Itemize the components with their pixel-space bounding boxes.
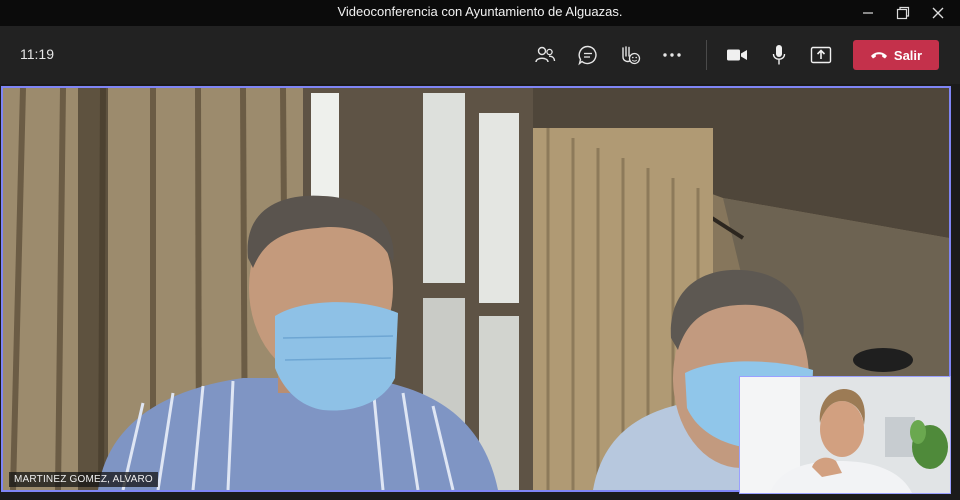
reactions-icon bbox=[622, 46, 641, 65]
people-icon bbox=[535, 46, 556, 63]
chat-icon bbox=[578, 45, 597, 66]
meeting-clock: 11:19 bbox=[20, 46, 54, 62]
more-options-button[interactable] bbox=[656, 39, 688, 71]
reactions-button[interactable] bbox=[614, 39, 646, 71]
camera-button[interactable] bbox=[721, 39, 753, 71]
leave-button[interactable]: Salir bbox=[853, 40, 939, 70]
share-screen-button[interactable] bbox=[805, 39, 837, 71]
participants-button[interactable] bbox=[529, 39, 561, 71]
window-title: Videoconferencia con Ayuntamiento de Alg… bbox=[337, 4, 623, 19]
participant-name-tag: MARTINEZ GOMEZ, ALVARO bbox=[9, 472, 158, 487]
minimize-icon[interactable] bbox=[851, 0, 885, 26]
close-icon[interactable] bbox=[921, 0, 955, 26]
microphone-button[interactable] bbox=[763, 39, 795, 71]
hang-up-icon bbox=[870, 52, 887, 59]
meeting-toolbar: 11:19 Salir bbox=[0, 26, 960, 84]
leave-label: Salir bbox=[893, 47, 923, 63]
self-view-scene bbox=[740, 377, 950, 493]
toolbar-divider bbox=[706, 40, 707, 70]
more-icon bbox=[663, 53, 681, 57]
share-icon bbox=[810, 46, 832, 64]
chat-button[interactable] bbox=[572, 39, 604, 71]
camera-icon bbox=[727, 49, 747, 61]
restore-icon[interactable] bbox=[886, 0, 920, 26]
self-view-video[interactable] bbox=[739, 376, 951, 494]
microphone-icon bbox=[772, 45, 786, 65]
title-bar: Videoconferencia con Ayuntamiento de Alg… bbox=[0, 0, 960, 26]
